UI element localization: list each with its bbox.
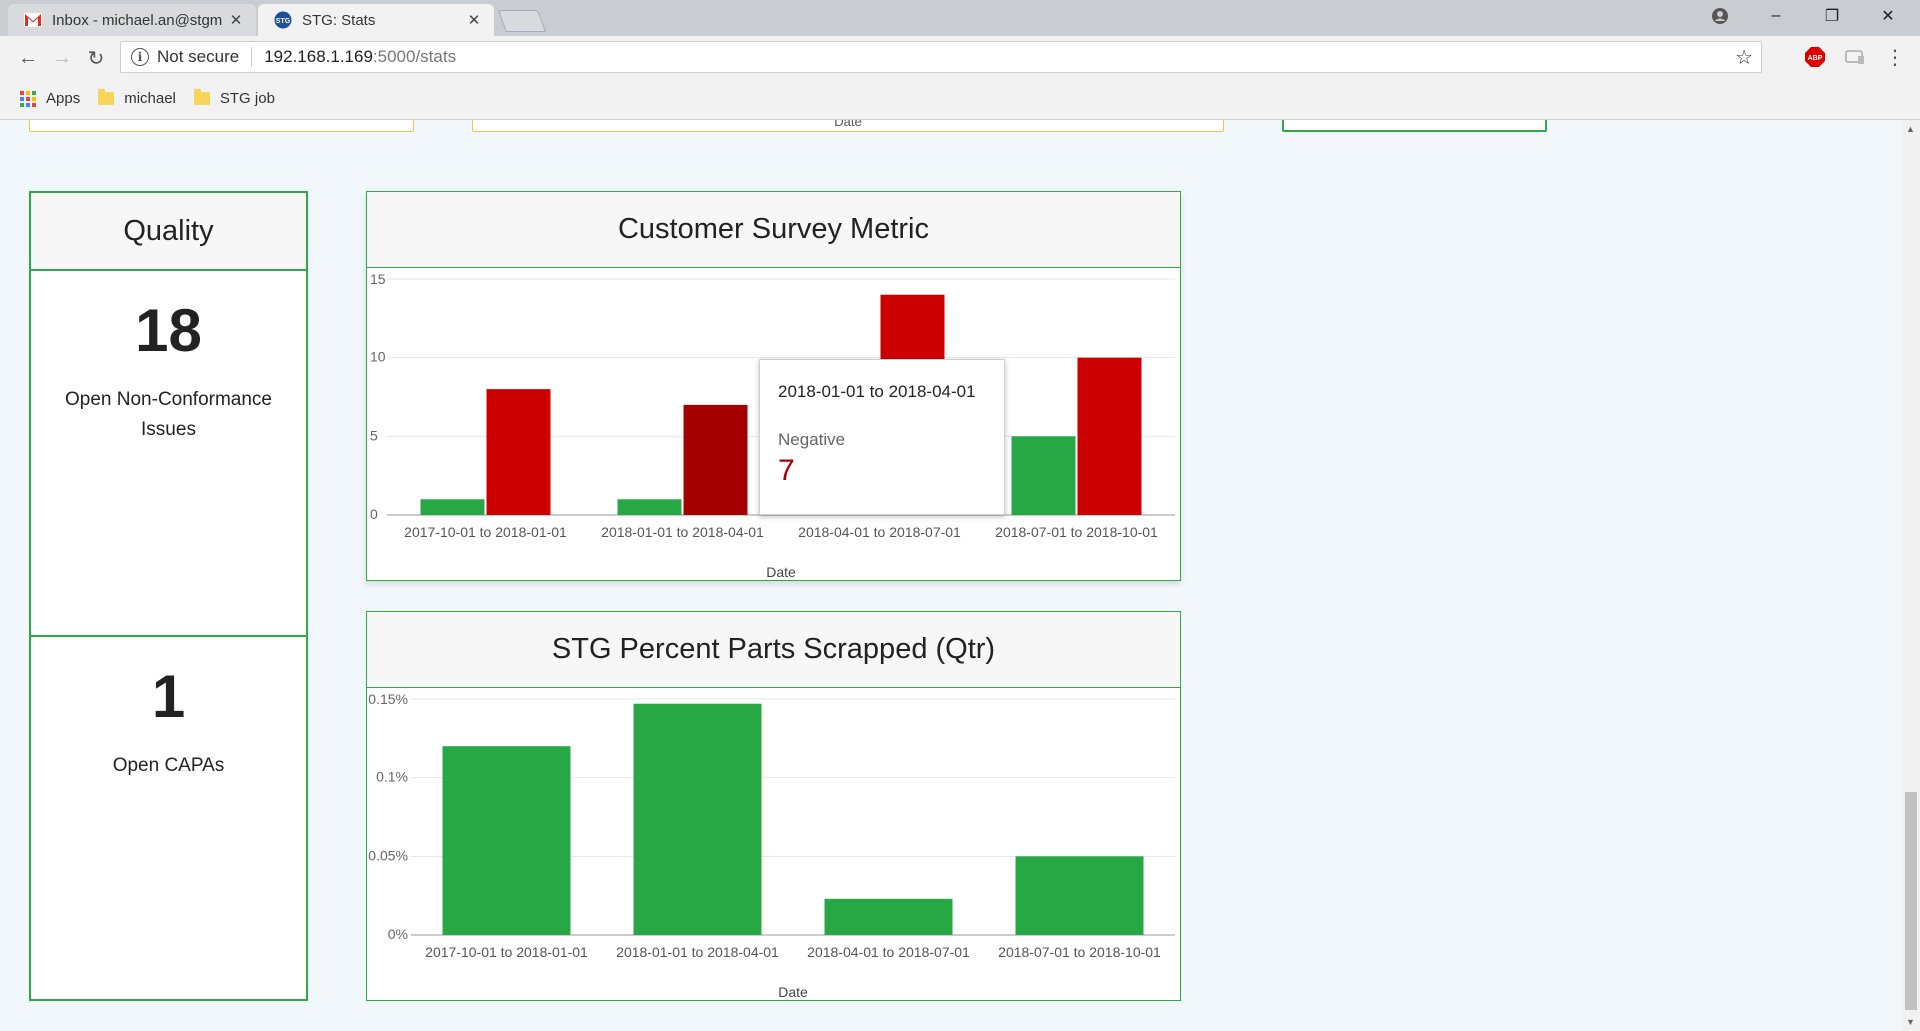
folder-icon <box>193 89 210 105</box>
close-tab-icon[interactable]: ✕ <box>228 11 244 29</box>
tooltip-value: 7 <box>778 454 795 487</box>
x-tick-label: 2018-07-01 to 2018-10-01 <box>995 524 1158 540</box>
bar <box>1015 856 1144 935</box>
bar <box>824 898 953 935</box>
security-status: Not secure <box>157 47 240 66</box>
menu-kebab-icon[interactable]: ⋮ <box>1884 46 1906 69</box>
previous-card-bottom <box>29 120 414 132</box>
x-tick-label: 2018-04-01 to 2018-07-01 <box>807 944 970 960</box>
tab-strip: Inbox - michael.an@stgm ✕ STG STG: Stats… <box>0 0 1920 36</box>
y-tick-label: 0 <box>370 506 378 522</box>
previous-panel-bottom <box>1282 120 1547 132</box>
x-tick-label: 2018-01-01 to 2018-04-01 <box>616 944 779 960</box>
tooltip-series: Negative <box>778 430 846 449</box>
bookmark-apps[interactable]: Apps <box>20 90 80 107</box>
parts-scrapped-card: STG Percent Parts Scrapped (Qtr) 0% 0.05%… <box>366 611 1181 1001</box>
bar <box>683 404 748 515</box>
previous-chart-bottom: Date <box>472 120 1224 132</box>
tab-gmail-inbox[interactable]: Inbox - michael.an@stgm ✕ <box>8 4 256 36</box>
y-tick-label: 0.1% <box>376 769 408 785</box>
apps-grid-icon <box>20 90 36 107</box>
restore-button[interactable]: ❐ <box>1804 0 1860 32</box>
reload-icon[interactable]: ↻ <box>82 44 110 72</box>
metric-value: 18 <box>135 297 202 364</box>
svg-text:STG: STG <box>276 18 291 25</box>
x-tick-label: 2018-07-01 to 2018-10-01 <box>998 944 1161 960</box>
adblock-icon[interactable]: ABP <box>1804 46 1826 68</box>
gmail-icon <box>24 11 42 29</box>
bar <box>1011 436 1076 515</box>
bar <box>633 703 762 935</box>
scroll-down-icon[interactable]: ▼ <box>1906 1017 1915 1027</box>
new-tab-button[interactable] <box>497 10 547 32</box>
bookmarks-bar: Apps michael STG job <box>0 78 1920 120</box>
bookmark-michael[interactable]: michael <box>98 89 176 107</box>
metric-value: 1 <box>151 663 186 730</box>
parts-scrapped-chart: 0% 0.05% 0.1% 0.15% 2017-10-01 to 2018-01-01… <box>368 691 1175 1000</box>
bookmark-stg-job[interactable]: STG job <box>193 89 275 107</box>
y-tick-label: 5 <box>370 427 378 443</box>
folder-icon <box>98 89 115 105</box>
info-icon[interactable]: i <box>131 48 149 66</box>
browser-toolbar: ← → ↻ i Not secure 192.168.1.169:5000/st… <box>0 36 1920 78</box>
url-path: :5000/stats <box>372 47 457 66</box>
chart-title: Customer Survey Metric <box>367 192 1180 268</box>
y-tick-label: 0.05% <box>368 847 408 863</box>
address-separator <box>251 47 253 67</box>
extension-icon[interactable] <box>1844 46 1866 68</box>
metric-label: Open Non-Conformance Issues <box>65 389 272 440</box>
profile-icon[interactable] <box>1692 0 1748 32</box>
metric-divider <box>31 635 306 637</box>
quality-title: Quality <box>31 193 306 271</box>
x-tick-label: 2018-01-01 to 2018-04-01 <box>601 524 764 540</box>
metric-label: Open CAPAs <box>112 755 225 776</box>
bookmark-label: Apps <box>46 90 81 107</box>
customer-survey-card: Customer Survey Metric 0 5 10 15 2017-10-01 … <box>366 191 1181 581</box>
tab-stg-stats[interactable]: STG STG: Stats ✕ <box>258 4 494 36</box>
metric-open-capas: 1 Open CAPAs <box>31 667 306 781</box>
bar <box>617 499 682 515</box>
y-tick-label: 0% <box>388 926 408 942</box>
tab-title: STG: Stats <box>302 11 376 29</box>
bookmark-label: michael <box>124 90 176 107</box>
bar <box>1077 357 1142 515</box>
chart-title: STG Percent Parts Scrapped (Qtr) <box>367 612 1180 688</box>
scrollbar-thumb[interactable] <box>1905 792 1917 1010</box>
minimize-button[interactable]: – <box>1748 0 1804 32</box>
previous-chart-xlabel: Date <box>834 120 862 129</box>
chart-tooltip: 2018-01-01 to 2018-04-01 Negative 7 <box>759 359 1005 515</box>
x-tick-label: 2017-10-01 to 2018-01-01 <box>425 944 588 960</box>
bookmark-label: STG job <box>219 90 275 107</box>
svg-text:ABP: ABP <box>1808 55 1823 62</box>
vertical-scrollbar[interactable]: ▲ ▼ <box>1902 120 1920 1031</box>
bar <box>486 389 551 515</box>
address-bar[interactable]: i Not secure 192.168.1.169:5000/stats ☆ <box>120 41 1762 73</box>
x-axis-label: Date <box>778 984 808 1000</box>
x-axis-label: Date <box>766 564 796 580</box>
scroll-up-icon[interactable]: ▲ <box>1906 124 1915 134</box>
close-tab-icon[interactable]: ✕ <box>466 11 482 29</box>
bar <box>420 499 485 515</box>
bookmark-star-icon[interactable]: ☆ <box>1735 45 1753 70</box>
forward-arrow-icon[interactable]: → <box>48 44 76 72</box>
tab-title: Inbox - michael.an@stgm <box>52 11 223 29</box>
bar <box>442 746 571 935</box>
url-host: 192.168.1.169 <box>264 47 373 66</box>
y-tick-label: 10 <box>370 349 386 365</box>
metric-open-ncr: 18 Open Non-Conformance Issues <box>31 301 306 445</box>
close-window-button[interactable]: ✕ <box>1860 0 1916 32</box>
x-tick-label: 2017-10-01 to 2018-01-01 <box>404 524 567 540</box>
x-tick-label: 2018-04-01 to 2018-07-01 <box>798 524 961 540</box>
page-viewport: Date Quality 18 Open Non-Conformance Iss… <box>0 120 1902 1031</box>
quality-card: Quality 18 Open Non-Conformance Issues 1… <box>29 191 308 1001</box>
y-tick-label: 0.15% <box>368 691 408 707</box>
tooltip-title: 2018-01-01 to 2018-04-01 <box>778 382 976 401</box>
stg-logo-icon: STG <box>274 11 292 29</box>
back-arrow-icon[interactable]: ← <box>14 44 42 72</box>
y-tick-label: 15 <box>370 271 386 287</box>
